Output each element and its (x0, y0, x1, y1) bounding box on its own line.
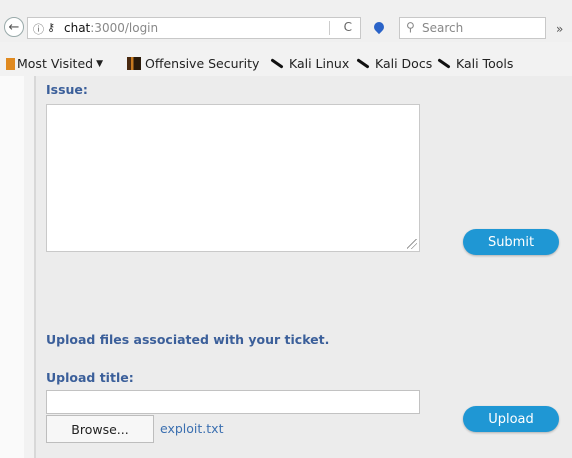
bookmark-kali-tools[interactable]: Kali Tools (437, 56, 513, 71)
url-text: chat:3000/login (64, 21, 158, 35)
key-icon[interactable]: ⚷ (47, 21, 55, 34)
issue-textarea[interactable] (46, 104, 420, 252)
browse-button[interactable]: Browse... (46, 415, 154, 443)
info-icon[interactable]: ⓘ (33, 21, 44, 37)
search-placeholder: Search (422, 21, 464, 35)
search-icon: ⚲ (406, 20, 415, 34)
offensive-security-icon (127, 57, 141, 70)
url-bar[interactable]: ⓘ ⚷ chat:3000/login C (27, 17, 361, 39)
bookmark-offensive-security[interactable]: Offensive Security (127, 56, 259, 71)
selected-file-name: exploit.txt (160, 421, 224, 436)
resize-handle-icon[interactable] (407, 239, 417, 249)
upload-title-input[interactable] (46, 390, 420, 414)
url-host: chat (64, 21, 91, 35)
back-button[interactable]: ← (4, 17, 24, 37)
bookmark-label: Kali Linux (289, 56, 350, 71)
issue-label: Issue: (46, 82, 88, 97)
kali-dragon-icon (270, 58, 284, 69)
bookmark-label: Kali Docs (375, 56, 433, 71)
kali-dragon-icon (356, 58, 370, 69)
bookmark-kali-docs[interactable]: Kali Docs (356, 56, 432, 71)
browser-toolbar: ← ⓘ ⚷ chat:3000/login C ⚲ Search » (0, 0, 572, 42)
back-arrow-icon: ← (8, 19, 20, 35)
folder-icon (6, 57, 15, 70)
page-left-margin (0, 76, 24, 458)
bookmark-most-visited[interactable]: Most Visited ▼ (6, 56, 103, 71)
bookmark-label: Kali Tools (456, 56, 514, 71)
url-path: :3000/login (90, 21, 159, 35)
bookmark-kali-linux[interactable]: Kali Linux (270, 56, 349, 71)
kali-dragon-icon (437, 58, 451, 69)
reload-icon[interactable]: C (344, 20, 352, 34)
submit-button[interactable]: Submit (463, 229, 559, 255)
upload-button[interactable]: Upload (463, 406, 559, 432)
bookmark-label: Most Visited (17, 56, 94, 71)
upload-title-label: Upload title: (46, 370, 134, 385)
chevron-down-icon: ▼ (96, 58, 104, 69)
url-divider (329, 21, 330, 35)
bookmarks-bar: Most Visited ▼ Offensive Security Kali L… (0, 54, 572, 76)
extension-icon[interactable] (371, 19, 387, 35)
bookmark-label: Offensive Security (145, 56, 260, 71)
search-input[interactable]: ⚲ Search (399, 17, 546, 39)
content-border (34, 76, 36, 458)
overflow-menu-icon[interactable]: » (556, 22, 563, 36)
upload-heading: Upload files associated with your ticket… (46, 332, 330, 347)
